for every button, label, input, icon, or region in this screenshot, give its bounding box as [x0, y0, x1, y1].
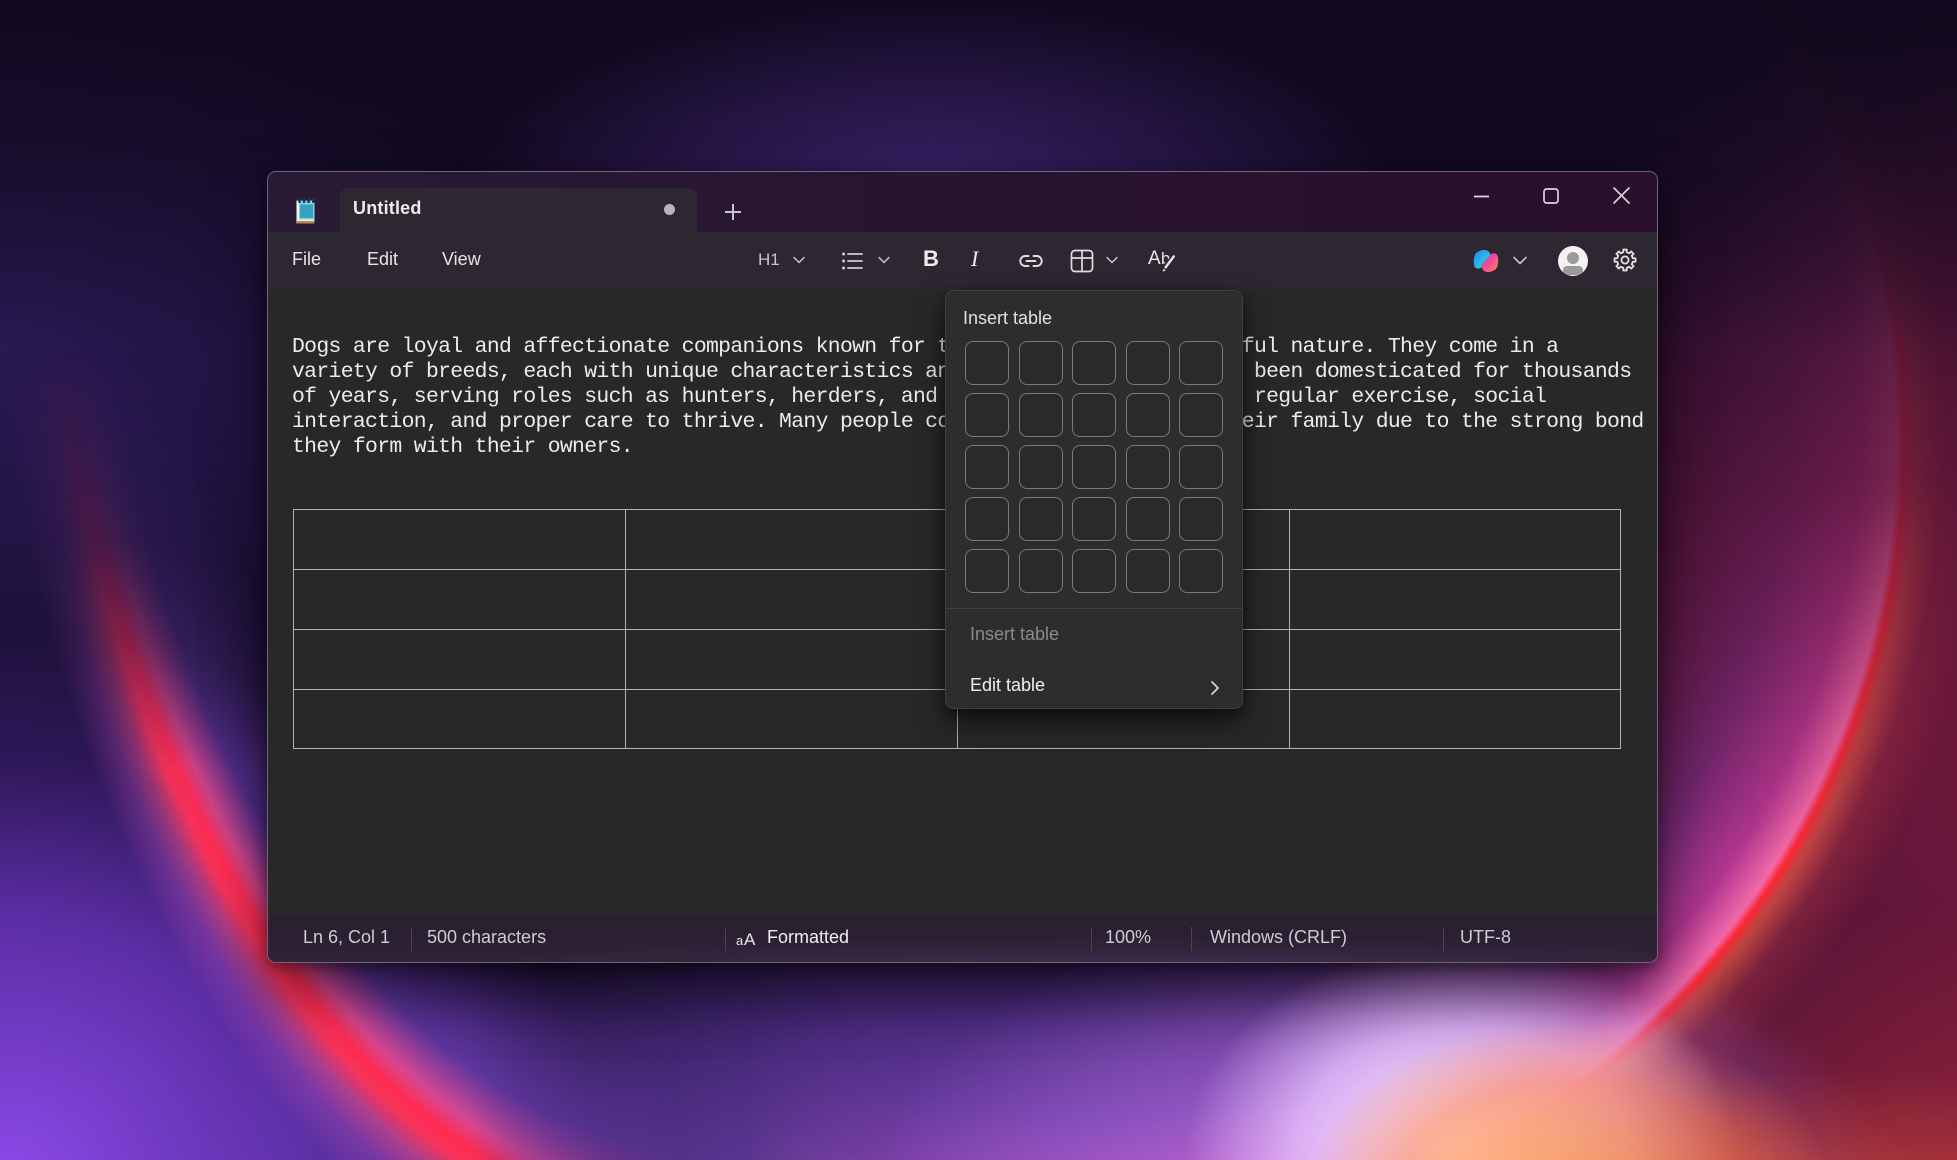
- svg-text:a: a: [736, 933, 744, 948]
- svg-text:A: A: [744, 931, 756, 949]
- svg-text:A: A: [1148, 248, 1161, 269]
